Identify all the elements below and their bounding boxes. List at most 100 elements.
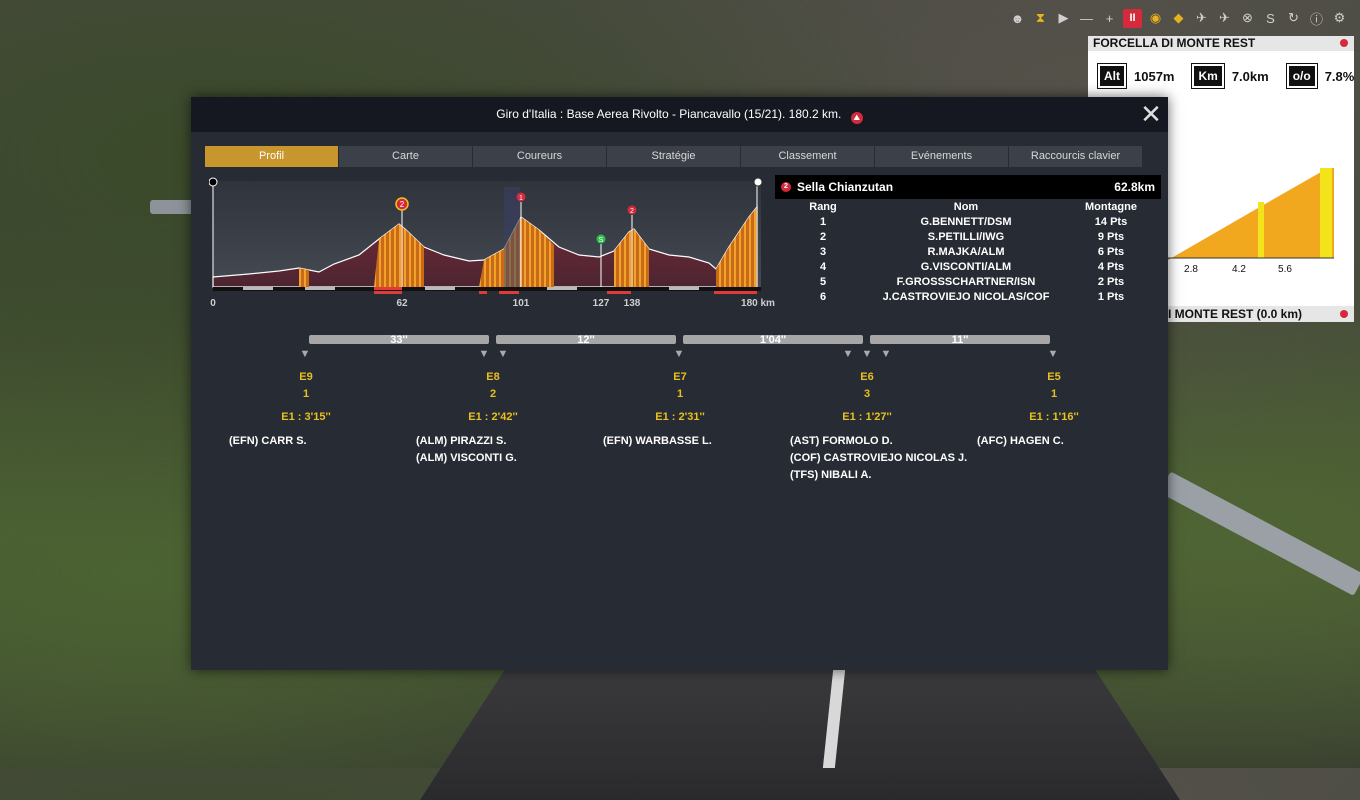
minus-icon[interactable]: — — [1077, 9, 1096, 28]
points-cell: 4 Pts — [1097, 260, 1125, 273]
km-value: 7.0km — [1231, 68, 1269, 84]
rider-cell: G.VISCONTI/ALM — [920, 260, 1012, 273]
group-gap: E1 : 2'42'' — [468, 411, 518, 423]
group-e8[interactable]: E8 2 E1 : 2'42'' — [463, 369, 523, 426]
tab-strategie[interactable]: Stratégie — [607, 146, 741, 167]
table-row[interactable]: 6 J.CASTROVIEJO NICOLAS/COF 1 Pts — [775, 289, 1161, 304]
group-count: 2 — [489, 388, 497, 400]
group-e5[interactable]: E5 1 E1 : 1'16'' — [1024, 369, 1084, 426]
rider-cell: J.CASTROVIEJO NICOLAS/COF — [882, 290, 1050, 303]
climb-name: Sella Chianzutan — [797, 180, 894, 194]
helicopter-icon[interactable]: ✈ — [1192, 9, 1211, 28]
guard-rail — [1159, 471, 1360, 596]
group-id: E8 — [486, 371, 500, 383]
climb-steep-segment — [1320, 168, 1332, 258]
tab-coureurs[interactable]: Coureurs — [473, 146, 607, 167]
pause-icon[interactable]: II — [1123, 8, 1142, 28]
jersey-icon[interactable]: ▼ — [880, 349, 892, 360]
points-cell: 2 Pts — [1097, 275, 1125, 288]
ranking-header: 2 Sella Chianzutan 62.8km — [775, 175, 1161, 199]
table-row[interactable]: 3 R.MAJKA/ALM 6 Pts — [775, 244, 1161, 259]
group-riders: (AST) FORMOLO D. (COF) CASTROVIEJO NICOL… — [790, 433, 967, 484]
climb-ranking: 2 Sella Chianzutan 62.8km Rang Nom Monta… — [775, 175, 1161, 304]
group-gap: E1 : 1'27'' — [842, 411, 892, 423]
rank-cell: 6 — [819, 290, 827, 303]
profile-xtick: 62 — [396, 298, 408, 309]
hourglass-icon[interactable]: ⧗ — [1031, 9, 1050, 28]
jersey-icon[interactable]: ▼ — [861, 349, 873, 360]
tab-evenements[interactable]: Evénements — [875, 146, 1009, 167]
points-cell: 1 Pts — [1097, 290, 1125, 303]
gap-bar: 11'' — [870, 335, 1050, 346]
profile-xtick: 127 — [593, 298, 610, 309]
rider-name[interactable]: (ALM) VISCONTI G. — [416, 450, 517, 467]
group-count: 3 — [863, 388, 871, 400]
grade-label: o/o — [1286, 64, 1317, 88]
climb-stats: Alt 1057m Km 7.0km o/o 7.8% — [1088, 51, 1354, 101]
jersey-icon[interactable]: ▼ — [497, 349, 509, 360]
ranking-table: Rang Nom Montagne 1 G.BENNETT/DSM 14 Pts 2… — [775, 199, 1161, 304]
jersey-icon[interactable]: ▼ — [299, 349, 311, 360]
rider-name[interactable]: (TFS) NIBALI A. — [790, 467, 967, 484]
rider-name[interactable]: (COF) CASTROVIEJO NICOLAS J. — [790, 450, 967, 467]
close-button[interactable]: ✕ — [1140, 101, 1162, 127]
info-icon[interactable]: ⓘ — [1307, 9, 1326, 28]
plane-icon[interactable]: ✈ — [1215, 9, 1234, 28]
climb-dot-icon — [1340, 39, 1348, 47]
group-gap: E1 : 1'16'' — [1029, 411, 1079, 423]
rider-name[interactable]: (AFC) HAGEN C. — [977, 433, 1064, 450]
jersey-icon[interactable]: ▼ — [478, 349, 490, 360]
table-row[interactable]: 2 S.PETILLI/IWG 9 Pts — [775, 229, 1161, 244]
eye-icon[interactable]: ◉ — [1146, 9, 1165, 28]
rider-cell: G.BENNETT/DSM — [920, 215, 1012, 228]
rider-icon[interactable]: ☻ — [1008, 9, 1027, 28]
rank-cell: 5 — [819, 275, 827, 288]
group-riders: (AFC) HAGEN C. — [977, 433, 1064, 450]
column-header: Montagne — [1085, 200, 1137, 213]
wheel-icon[interactable]: ⊗ — [1238, 9, 1257, 28]
mountain-icon: ⛰ — [850, 112, 863, 124]
group-gap: E1 : 3'15'' — [281, 411, 331, 423]
climb-xtick: 4.2 — [1232, 264, 1246, 275]
climb-title-text: FORCELLA DI MONTE REST — [1093, 36, 1256, 50]
altitude-label: Alt — [1098, 64, 1126, 88]
rider-cell: F.GROSSSCHARTNER/ISN — [896, 275, 1036, 288]
jersey-icon[interactable]: ▼ — [673, 349, 685, 360]
dialog-title-bar: Giro d'Italia : Base Aerea Rivolto - Pia… — [191, 97, 1168, 132]
group-riders: (ALM) PIRAZZI S. (ALM) VISCONTI G. — [416, 433, 517, 467]
group-e6[interactable]: E6 3 E1 : 1'27'' — [837, 369, 897, 426]
gap-bar: 33'' — [309, 335, 489, 346]
table-row[interactable]: 4 G.VISCONTI/ALM 4 Pts — [775, 259, 1161, 274]
group-id: E5 — [1047, 371, 1061, 383]
fish-icon[interactable]: ◆ — [1169, 9, 1188, 28]
rider-name[interactable]: (EFN) WARBASSE L. — [603, 433, 712, 450]
table-row[interactable]: 5 F.GROSSSCHARTNER/ISN 2 Pts — [775, 274, 1161, 289]
rider-name[interactable]: (AST) FORMOLO D. — [790, 433, 967, 450]
tab-profil[interactable]: Profil — [205, 146, 339, 167]
jersey-icon[interactable]: ▼ — [1047, 349, 1059, 360]
jersey-icon[interactable]: ▼ — [842, 349, 854, 360]
settings-icon[interactable]: ⚙ — [1330, 9, 1349, 28]
climb-segment — [299, 268, 309, 287]
table-row[interactable]: 1 G.BENNETT/DSM 14 Pts — [775, 214, 1161, 229]
rider-name[interactable]: (ALM) PIRAZZI S. — [416, 433, 517, 450]
group-e7[interactable]: E7 1 E1 : 2'31'' — [650, 369, 710, 426]
tab-raccourcis[interactable]: Raccourcis clavier — [1009, 146, 1143, 167]
group-count: 1 — [676, 388, 684, 400]
refresh-icon[interactable]: ↻ — [1284, 9, 1303, 28]
climb-xtick: 5.6 — [1278, 264, 1292, 275]
stage-title: Giro d'Italia : Base Aerea Rivolto - Pia… — [496, 107, 842, 121]
sprint-marker-label: S — [599, 237, 604, 244]
climb-steep-segment — [1258, 202, 1264, 258]
s-icon[interactable]: S — [1261, 9, 1280, 28]
tab-classement[interactable]: Classement — [741, 146, 875, 167]
stage-profile-chart[interactable]: 2 1 S 2 0 62 101 127 138 180 km — [209, 177, 781, 317]
table-header-row: Rang Nom Montagne — [775, 199, 1161, 214]
group-e9[interactable]: E9 1 E1 : 3'15'' — [276, 369, 336, 426]
plus-icon[interactable]: + — [1100, 9, 1119, 28]
profile-xtick: 180 km — [741, 298, 775, 309]
play-icon[interactable]: ▶ — [1054, 9, 1073, 28]
tab-carte[interactable]: Carte — [339, 146, 473, 167]
rider-name[interactable]: (EFN) CARR S. — [229, 433, 307, 450]
climb-km: 62.8km — [1114, 180, 1155, 194]
